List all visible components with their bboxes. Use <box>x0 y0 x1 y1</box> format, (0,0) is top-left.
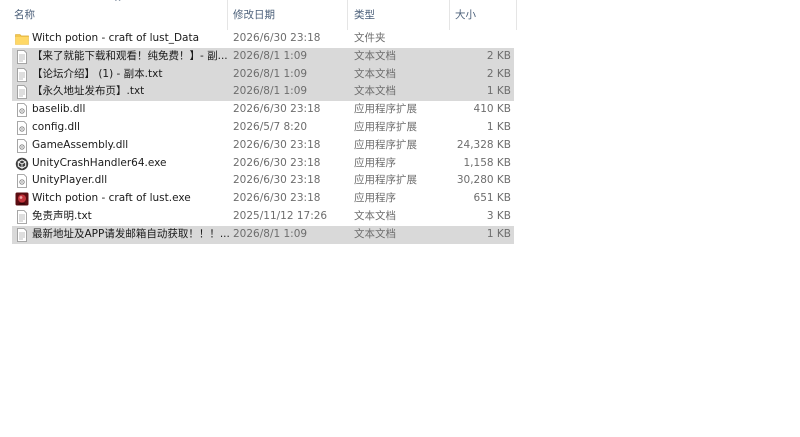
file-row[interactable]: baselib.dll 2026/6/30 23:18 应用程序扩展 410 KB <box>12 101 514 119</box>
file-name: UnityPlayer.dll <box>32 174 108 187</box>
file-modified-date: 2026/8/1 1:09 <box>233 227 308 240</box>
file-name: GameAssembly.dll <box>32 138 129 151</box>
file-name: 最新地址及APP请发邮箱自动获取！！！... <box>32 227 230 240</box>
file-name: Witch potion - craft of lust_Data <box>32 32 200 44</box>
file-type: 应用程序 <box>354 192 396 205</box>
file-type: 应用程序扩展 <box>354 174 417 187</box>
file-size: 30,280 KB <box>456 174 511 187</box>
file-row[interactable]: UnityPlayer.dll 2026/6/30 23:18 应用程序扩展 30,2… <box>12 172 514 190</box>
file-type: 文本文档 <box>354 49 396 62</box>
file-name: baselib.dll <box>32 103 86 116</box>
column-header-type[interactable]: 类型 <box>354 0 450 30</box>
unity-exe-icon <box>15 157 29 171</box>
file-name: Witch potion - craft of lust.exe <box>32 192 191 205</box>
column-header-name-label: 名称 <box>14 9 35 21</box>
file-type: 文本文档 <box>354 209 396 222</box>
file-type: 应用程序扩展 <box>354 103 417 116</box>
file-modified-date: 2026/6/30 23:18 <box>233 156 321 169</box>
file-name: 【论坛介绍】 (1) - 副本.txt <box>32 67 163 80</box>
text-file-icon <box>15 210 29 224</box>
game-exe-icon <box>15 192 29 206</box>
file-size: 2 KB <box>486 49 511 62</box>
file-row[interactable]: 最新地址及APP请发邮箱自动获取！！！... 2026/8/1 1:09 文本文档 1… <box>12 225 514 244</box>
file-modified-date: 2026/6/30 23:18 <box>233 103 321 116</box>
text-file-icon <box>15 49 29 64</box>
file-name: config.dll <box>32 120 80 133</box>
file-size: 3 KB <box>486 209 511 222</box>
column-header: 名称 ^ 修改日期 类型 大小 <box>0 0 517 30</box>
file-modified-date: 2026/8/1 1:09 <box>233 67 308 80</box>
column-header-size[interactable]: 大小 <box>455 0 517 30</box>
file-type: 应用程序扩展 <box>354 138 417 151</box>
file-row[interactable]: 【来了就能下载和观看！纯免费！】- 副... 2026/8/1 1:09 文本文档 2… <box>12 47 514 66</box>
file-modified-date: 2026/8/1 1:09 <box>233 49 308 62</box>
file-name: 【来了就能下载和观看！纯免费！】- 副... <box>32 49 228 62</box>
file-name: 免责声明.txt <box>32 209 92 222</box>
file-size: 24,328 KB <box>456 138 511 151</box>
file-name: 【永久地址发布页】.txt <box>32 85 145 98</box>
text-file-icon <box>15 85 29 100</box>
file-modified-date: 2026/6/30 23:18 <box>233 192 321 205</box>
file-type: 文件夹 <box>354 32 386 44</box>
column-header-date-label: 修改日期 <box>233 9 275 21</box>
column-header-type-label: 类型 <box>354 9 375 21</box>
dll-file-icon <box>15 174 29 189</box>
file-row[interactable]: 【永久地址发布页】.txt 2026/8/1 1:09 文本文档 1 KB <box>12 83 514 102</box>
sort-ascending-icon: ^ <box>114 0 122 8</box>
file-size: 1,158 KB <box>463 156 512 169</box>
file-type: 文本文档 <box>354 227 396 240</box>
dll-file-icon <box>15 138 29 153</box>
column-header-date[interactable]: 修改日期 <box>233 0 348 30</box>
column-header-size-label: 大小 <box>455 9 476 21</box>
file-size: 1 KB <box>486 120 511 133</box>
file-modified-date: 2026/8/1 1:09 <box>233 85 308 98</box>
file-type: 文本文档 <box>354 85 396 98</box>
file-size: 1 KB <box>486 85 511 98</box>
file-modified-date: 2025/11/12 17:26 <box>233 209 328 222</box>
dll-file-icon <box>15 103 29 118</box>
file-type: 文本文档 <box>354 67 396 80</box>
file-modified-date: 2026/5/7 8:20 <box>233 120 308 133</box>
file-type: 应用程序扩展 <box>354 120 417 133</box>
file-row[interactable]: 【论坛介绍】 (1) - 副本.txt 2026/8/1 1:09 文本文档 2 KB <box>12 65 514 84</box>
file-type: 应用程序 <box>354 156 396 169</box>
text-file-icon <box>15 227 29 242</box>
file-size: 651 KB <box>473 192 511 205</box>
file-list: Witch potion - craft of lust_Data 2026/6/… <box>12 30 514 244</box>
text-file-icon <box>15 67 29 82</box>
file-row[interactable]: GameAssembly.dll 2026/6/30 23:18 应用程序扩展 24,… <box>12 137 514 155</box>
file-modified-date: 2026/6/30 23:18 <box>233 32 321 44</box>
file-row[interactable]: Witch potion - craft of lust_Data 2026/6/… <box>12 30 514 48</box>
file-size: 2 KB <box>486 67 511 80</box>
folder-icon <box>15 32 29 46</box>
file-row[interactable]: Witch potion - craft of lust.exe 2026/6/3… <box>12 190 514 208</box>
file-size: 1 KB <box>486 227 511 240</box>
file-row[interactable]: config.dll 2026/5/7 8:20 应用程序扩展 1 KB <box>12 119 514 137</box>
file-row[interactable]: UnityCrashHandler64.exe 2026/6/30 23:18 应用… <box>12 155 514 173</box>
dll-file-icon <box>15 121 29 135</box>
file-row[interactable]: 免责声明.txt 2025/11/12 17:26 文本文档 3 KB <box>12 208 514 226</box>
file-name: UnityCrashHandler64.exe <box>32 156 167 169</box>
file-modified-date: 2026/6/30 23:18 <box>233 138 321 151</box>
file-size: 410 KB <box>473 103 511 116</box>
file-modified-date: 2026/6/30 23:18 <box>233 174 321 187</box>
